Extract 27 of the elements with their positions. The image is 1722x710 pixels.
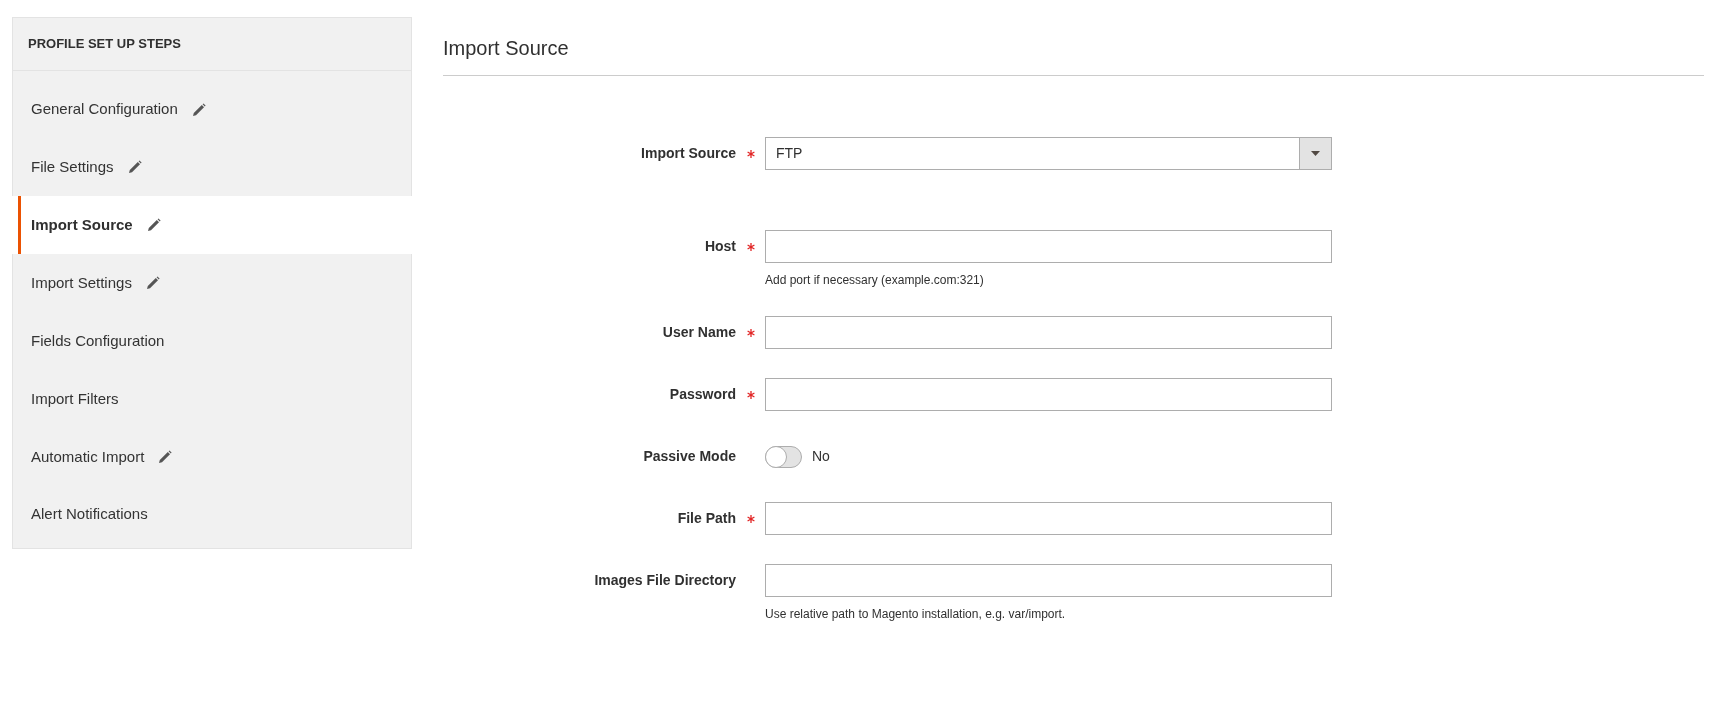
select-field[interactable]: FTP [765,137,1332,170]
step-item[interactable]: Fields Configuration [12,312,412,370]
text-input[interactable] [765,378,1332,411]
field-hint: Use relative path to Magento installation, e.g. var/import. [765,606,1067,623]
text-input[interactable] [765,230,1332,263]
step-item[interactable]: File Settings [12,138,412,196]
field-label: Import Source [640,144,736,163]
step-item[interactable]: Import Settings [12,254,412,312]
step-item[interactable]: Import Filters [12,370,412,428]
caret-icon [1311,151,1320,156]
text-input[interactable] [765,502,1332,535]
field-label: Images File Directory [593,571,736,590]
text-input[interactable] [765,316,1332,349]
step-item[interactable]: General Configuration [12,71,412,138]
field-label: Host [703,237,736,256]
step-item[interactable]: Alert Notifications [12,486,412,549]
step-item[interactable]: Automatic Import [12,428,412,486]
field-label: File Path [676,509,736,528]
field-label: Password [668,385,736,404]
field-hint: Add port if necessary (example.com:321) [765,272,985,289]
toggle-switch[interactable] [765,445,802,468]
field-label: Passive Mode [642,447,736,466]
field-label: User Name [661,323,736,342]
section-title: Import Source [443,36,569,61]
text-input[interactable] [765,564,1332,597]
toggle-state-label: No [812,447,830,466]
steps-header: PROFILE SET UP STEPS [12,17,412,71]
